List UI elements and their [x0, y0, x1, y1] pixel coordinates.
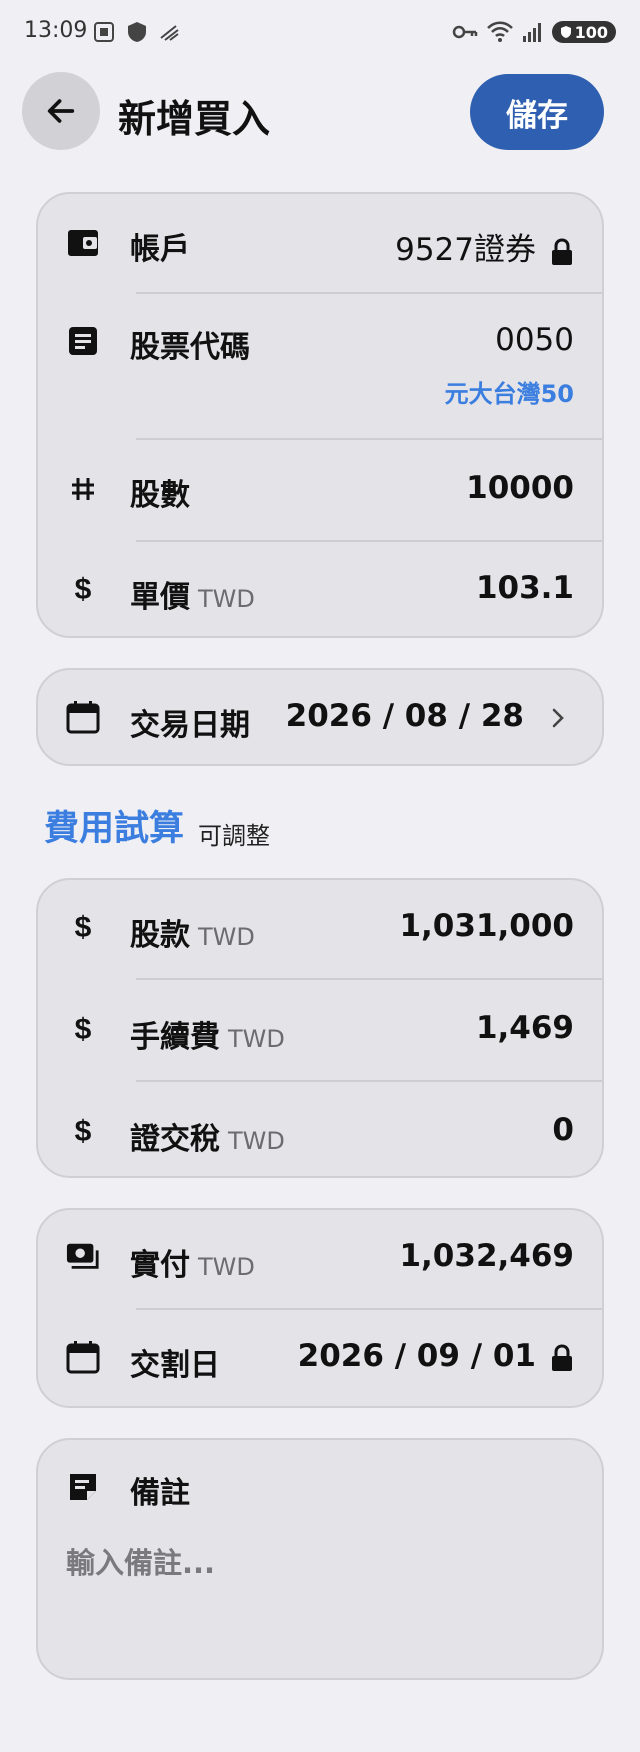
shares-value: 10000: [466, 470, 574, 506]
trade-date-card[interactable]: 交易日期 2026 / 08 / 28: [36, 668, 604, 766]
svg-text:$: $: [75, 1115, 92, 1147]
dollar-icon: $: [66, 572, 100, 606]
commission-label: 手續費: [130, 1020, 220, 1055]
settlement-label: 交割日: [130, 1348, 220, 1383]
commission-value: 1,469: [475, 1010, 574, 1046]
tax-value: 0: [552, 1112, 574, 1148]
stock-code-value: 0050: [495, 322, 574, 358]
fees-card: $ 股款 TWD 1,031,000 $ 手續費 TWD 1,469 $ 證交稅 TW…: [36, 878, 604, 1178]
settlement-value: 2026 / 09 / 01: [297, 1338, 536, 1374]
dollar-icon: $: [66, 910, 100, 944]
currency-unit: TWD: [198, 585, 255, 613]
page-title: 新增買入: [118, 97, 271, 141]
note-icon: [66, 1470, 100, 1504]
cash-icon: [66, 1240, 100, 1274]
svg-text:$: $: [75, 573, 92, 605]
trade-date-value: 2026 / 08 / 28: [285, 698, 524, 734]
no-signal-icon: [160, 25, 179, 41]
paid-value: 1,032,469: [399, 1238, 574, 1274]
calendar-icon: [66, 1340, 100, 1374]
shares-label: 股數: [130, 478, 190, 513]
dollar-icon: $: [66, 1114, 100, 1148]
unit-price-row[interactable]: $ 單價 TWD 103.1: [38, 542, 602, 638]
svg-text:$: $: [75, 911, 92, 943]
svg-text:$: $: [75, 1013, 92, 1045]
settlement-row: 交割日 2026 / 09 / 01: [38, 1310, 602, 1408]
unit-price-label: 單價: [130, 580, 190, 615]
fees-section-title: 費用試算: [44, 809, 185, 849]
arrow-left-icon: [47, 99, 75, 123]
currency-unit: TWD: [228, 1127, 285, 1155]
paid-label: 實付: [130, 1248, 190, 1283]
notes-label: 備註: [130, 1476, 190, 1511]
lock-icon: [552, 237, 572, 265]
key-icon: [452, 25, 477, 39]
stock-code-row[interactable]: 股票代碼 0050 元大台灣50: [38, 294, 602, 438]
payment-card: 實付 TWD 1,032,469 交割日 2026 / 09 / 01: [36, 1208, 604, 1408]
save-button[interactable]: 儲存: [470, 74, 604, 150]
paid-row: 實付 TWD 1,032,469: [38, 1210, 602, 1308]
stock-name: 元大台灣50: [444, 380, 574, 408]
tax-row[interactable]: $ 證交稅 TWD 0: [38, 1082, 602, 1178]
battery-indicator: 100: [551, 21, 616, 43]
notes-card[interactable]: 備註 輸入備註...: [36, 1438, 604, 1680]
wallet-icon: [66, 226, 100, 260]
fees-section-subtitle: 可調整: [198, 822, 270, 850]
status-bar: 13:09 100: [0, 0, 640, 66]
document-icon: [66, 324, 100, 358]
account-value: 9527證券: [395, 232, 536, 268]
chevron-right-icon: [550, 706, 566, 734]
lock-icon: [552, 1343, 572, 1371]
stock-amount-value: 1,031,000: [399, 908, 574, 944]
trade-date-label: 交易日期: [130, 708, 250, 743]
cell-signal-icon: [522, 23, 541, 42]
wifi-icon: [486, 21, 513, 42]
hash-icon: [66, 472, 100, 506]
stock-amount-row[interactable]: $ 股款 TWD 1,031,000: [38, 880, 602, 978]
screenshot-icon: [94, 22, 114, 42]
currency-unit: TWD: [198, 923, 255, 951]
battery-shield-icon: [560, 26, 571, 38]
unit-price-value: 103.1: [475, 570, 574, 606]
account-label: 帳戶: [130, 232, 190, 267]
notes-input[interactable]: 輸入備註...: [66, 1540, 215, 1582]
dollar-icon: $: [66, 1012, 100, 1046]
battery-level: 100: [574, 22, 608, 42]
account-row[interactable]: 帳戶 9527證券: [38, 194, 602, 292]
calendar-icon: [66, 700, 100, 734]
commission-row[interactable]: $ 手續費 TWD 1,469: [38, 980, 602, 1080]
back-button[interactable]: [22, 72, 100, 150]
currency-unit: TWD: [228, 1025, 285, 1053]
shield-icon: [128, 22, 146, 42]
trade-details-card: 帳戶 9527證券 股票代碼 0050 元大台灣50 股數 10000 $ 單價…: [36, 192, 604, 638]
status-time: 13:09: [24, 18, 88, 43]
tax-label: 證交稅: [130, 1122, 220, 1157]
stock-code-label: 股票代碼: [130, 330, 250, 365]
shares-row[interactable]: 股數 10000: [38, 440, 602, 540]
currency-unit: TWD: [198, 1253, 255, 1281]
stock-amount-label: 股款: [130, 918, 190, 953]
